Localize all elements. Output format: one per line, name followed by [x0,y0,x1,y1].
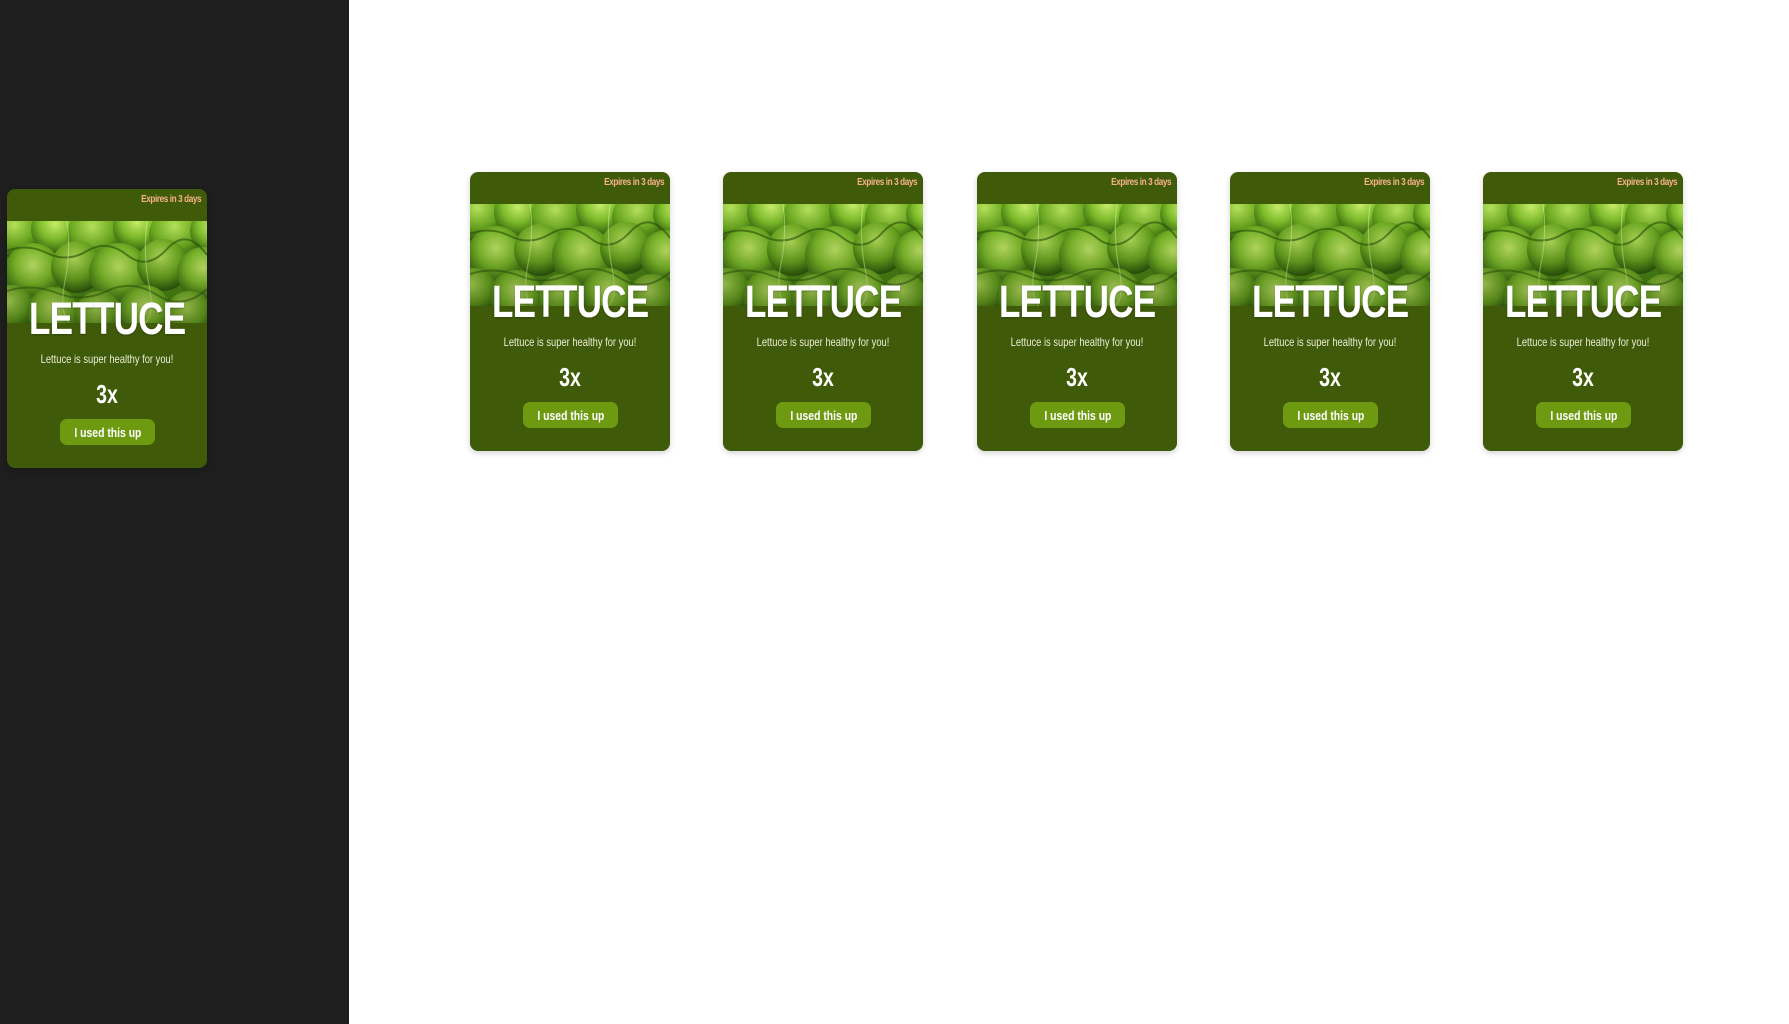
food-card: Expires in 3 days LETTUCE Lettuce is sup… [7,189,207,468]
food-description: Lettuce is super healthy for you! [1263,335,1397,349]
main-content: Expires in 3 days LETTUCE Lettuce is sup… [349,0,1789,1024]
food-name: LETTUCE [29,293,186,344]
expiry-label: Expires in 3 days [140,194,201,205]
food-name: LETTUCE [492,276,649,327]
food-card: Expires in 3 days LETTUCE Lettuce is sup… [1483,172,1683,451]
used-this-up-button-label: I used this up [536,407,605,423]
used-this-up-button-label: I used this up [789,407,858,423]
used-this-up-button[interactable]: I used this up [1283,402,1378,428]
food-card: Expires in 3 days LETTUCE Lettuce is sup… [1230,172,1430,451]
used-this-up-button[interactable]: I used this up [776,402,871,428]
expiry-label: Expires in 3 days [603,177,664,188]
used-this-up-button-label: I used this up [1043,407,1112,423]
quantity-label: 3x [96,379,118,409]
used-this-up-button[interactable]: I used this up [60,419,155,445]
used-this-up-button-label: I used this up [1549,407,1618,423]
used-this-up-button[interactable]: I used this up [1536,402,1631,428]
food-card: Expires in 3 days LETTUCE Lettuce is sup… [723,172,923,451]
quantity-label: 3x [559,362,581,392]
expiry-label: Expires in 3 days [856,177,917,188]
food-description: Lettuce is super healthy for you! [1010,335,1144,349]
food-name: LETTUCE [1505,276,1662,327]
quantity-label: 3x [1319,362,1341,392]
sidebar-panel: Expires in 3 days LETTUCE Lettuce is sup… [0,0,349,1024]
food-name: LETTUCE [745,276,902,327]
food-description: Lettuce is super healthy for you! [40,352,174,366]
used-this-up-button-label: I used this up [73,424,142,440]
food-description: Lettuce is super healthy for you! [756,335,890,349]
expiry-label: Expires in 3 days [1110,177,1171,188]
quantity-label: 3x [1572,362,1594,392]
quantity-label: 3x [812,362,834,392]
food-description: Lettuce is super healthy for you! [1516,335,1650,349]
used-this-up-button[interactable]: I used this up [523,402,618,428]
used-this-up-button-label: I used this up [1296,407,1365,423]
quantity-label: 3x [1066,362,1088,392]
food-name: LETTUCE [999,276,1156,327]
used-this-up-button[interactable]: I used this up [1030,402,1125,428]
food-card: Expires in 3 days LETTUCE Lettuce is sup… [977,172,1177,451]
expiry-label: Expires in 3 days [1616,177,1677,188]
food-description: Lettuce is super healthy for you! [503,335,637,349]
expiry-label: Expires in 3 days [1363,177,1424,188]
food-name: LETTUCE [1252,276,1409,327]
food-card: Expires in 3 days LETTUCE Lettuce is sup… [470,172,670,451]
